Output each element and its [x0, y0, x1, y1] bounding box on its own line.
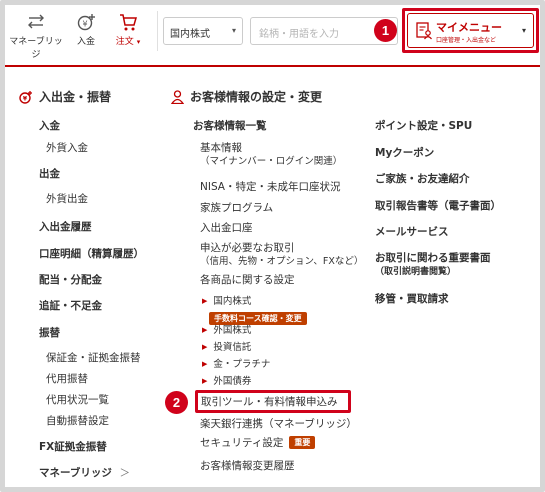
link-my-coupon[interactable]: Myクーポン: [375, 146, 434, 160]
gold-platinum-label: 金・プラチナ: [213, 359, 271, 370]
person-icon: [171, 90, 184, 104]
callout-badge-1: 1: [374, 19, 397, 42]
triangle-right-icon: ▶: [202, 297, 208, 305]
triangle-right-icon: ▶: [202, 377, 208, 385]
cart-icon: [120, 14, 137, 31]
link-trading-tools[interactable]: 取引ツール・有料情報申込み: [201, 395, 338, 409]
link-substitute-transfer[interactable]: 代用振替: [46, 372, 88, 386]
link-customer-info-list[interactable]: お客様情報一覧: [193, 119, 267, 133]
link-product-settings[interactable]: 各商品に関する設定: [200, 273, 295, 287]
deposit-label: 入金: [76, 37, 95, 47]
link-margin-transfer[interactable]: 保証金・証拠金振替: [46, 351, 141, 365]
mymenu-subtitle: 口座管理・入出金など: [436, 37, 497, 44]
link-auto-transfer[interactable]: 自動振替設定: [46, 414, 109, 428]
svg-text:¥: ¥: [23, 96, 28, 103]
link-basic-info[interactable]: 基本情報 （マイナンバー・ログイン関連）: [200, 141, 342, 169]
link-nisa-status[interactable]: NISA・特定・未成年口座状況: [200, 180, 341, 194]
section-title-text: 入出金・振替: [39, 90, 112, 104]
triangle-right-icon: ▶: [202, 360, 208, 368]
mymenu-button[interactable]: マイメニュー 口座管理・入出金など ▾: [407, 13, 534, 48]
header-accent-line: [5, 65, 540, 67]
link-family-program[interactable]: 家族プログラム: [200, 201, 273, 215]
link-deposit-history[interactable]: 入出金履歴: [39, 220, 92, 234]
market-select-value: 国内株式: [170, 29, 210, 40]
search-placeholder: 銘柄・用語を入力: [259, 29, 339, 40]
link-mail-service[interactable]: メールサービス: [375, 225, 449, 239]
foreign-stock-label: 外国株式: [213, 325, 252, 336]
deposit-button[interactable]: ¥ 入金: [71, 12, 101, 47]
link-investment-trust[interactable]: ▶ 投資信託: [202, 340, 251, 355]
link-transfer[interactable]: 振替: [39, 326, 60, 340]
link-transfer-purchase[interactable]: 移管・買取請求: [375, 292, 449, 306]
section-title-customer-info: お客様情報の設定・変更: [171, 88, 322, 105]
link-fx-margin-transfer[interactable]: FX証拠金振替: [39, 440, 107, 454]
link-deposit[interactable]: 入金: [39, 119, 60, 133]
link-fx-deposit[interactable]: 外貨入金: [46, 141, 88, 155]
header-divider: [157, 11, 158, 51]
link-security-settings[interactable]: セキュリティ設定 重要: [200, 436, 316, 450]
important-documents-label: お取引に関わる重要書面: [375, 252, 491, 264]
security-settings-label: セキュリティ設定: [200, 437, 284, 449]
yen-coin-icon: ¥: [19, 91, 32, 104]
basic-info-label: 基本情報: [200, 142, 242, 154]
money-bridge-icon: [28, 14, 44, 29]
money-bridge-label: マネーブリッジ: [9, 37, 63, 60]
link-fx-withdraw[interactable]: 外貨出金: [46, 192, 88, 206]
link-account-statement[interactable]: 口座明細（精算履歴）: [39, 247, 144, 261]
link-margin-call[interactable]: 追証・不足金: [39, 299, 102, 313]
important-tag: 重要: [289, 436, 316, 449]
triangle-right-icon: ▶: [202, 326, 208, 334]
link-point-settings[interactable]: ポイント設定・SPU: [375, 119, 472, 133]
link-substitute-status[interactable]: 代用状況一覧: [46, 393, 109, 407]
link-referral[interactable]: ご家族・お友達紹介: [375, 172, 470, 186]
order-button[interactable]: 注文 ▾: [109, 12, 147, 47]
header: マネーブリッジ ¥ 入金 注文 ▾ 国内株式 ▾ 銘柄・用語を入力 マイメニュー…: [5, 5, 540, 60]
apply-required-note: （信用、先物・オプション、FXなど）: [200, 256, 364, 267]
link-money-bridge[interactable]: マネーブリッジ ＞: [39, 466, 130, 480]
important-documents-note: （取引説明書閲覧）: [375, 267, 457, 277]
investment-trust-label: 投資信託: [213, 342, 252, 353]
link-apply-required[interactable]: 申込が必要なお取引 （信用、先物・オプション、FXなど）: [200, 241, 363, 269]
basic-info-note: （マイナンバー・ログイン関連）: [200, 156, 343, 167]
link-rakuten-bank[interactable]: 楽天銀行連携（マネーブリッジ）: [200, 417, 357, 431]
apply-required-label: 申込が必要なお取引: [200, 242, 295, 254]
market-select[interactable]: 国内株式 ▾: [163, 17, 243, 45]
link-foreign-stock[interactable]: ▶ 外国株式: [202, 323, 251, 338]
link-foreign-bond[interactable]: ▶ 外国債券: [202, 374, 251, 389]
triangle-right-icon: ▶: [202, 343, 208, 351]
chevron-down-icon: ▾: [231, 26, 236, 35]
link-important-documents[interactable]: お取引に関わる重要書面 （取引説明書閲覧）: [375, 251, 491, 279]
chevron-down-icon: ▾: [521, 26, 526, 35]
money-bridge-button[interactable]: マネーブリッジ: [5, 12, 67, 60]
page: マネーブリッジ ¥ 入金 注文 ▾ 国内株式 ▾ 銘柄・用語を入力 マイメニュー…: [5, 5, 540, 487]
foreign-bond-label: 外国債券: [213, 376, 252, 387]
deposit-icon: ¥: [77, 14, 95, 31]
link-bank-account[interactable]: 入出金口座: [200, 221, 253, 235]
mymenu-title: マイメニュー: [436, 21, 502, 34]
svg-text:¥: ¥: [82, 20, 87, 29]
link-change-history[interactable]: お客様情報変更履歴: [200, 459, 295, 473]
link-trade-reports[interactable]: 取引報告書等（電子書面）: [375, 199, 501, 213]
link-dividends[interactable]: 配当・分配金: [39, 273, 102, 287]
link-gold-platinum[interactable]: ▶ 金・プラチナ: [202, 357, 270, 372]
document-person-icon: [416, 22, 432, 40]
chevron-right-icon: ＞: [119, 467, 131, 479]
chevron-down-icon: ▾: [136, 38, 141, 46]
order-label: 注文: [115, 37, 134, 47]
link-withdraw[interactable]: 出金: [39, 167, 60, 181]
link-money-bridge-label: マネーブリッジ: [39, 467, 112, 479]
section-title-text: お客様情報の設定・変更: [190, 90, 323, 104]
section-title-deposit-transfer: ¥ 入出金・振替: [19, 88, 111, 105]
callout-badge-2: 2: [165, 391, 188, 414]
